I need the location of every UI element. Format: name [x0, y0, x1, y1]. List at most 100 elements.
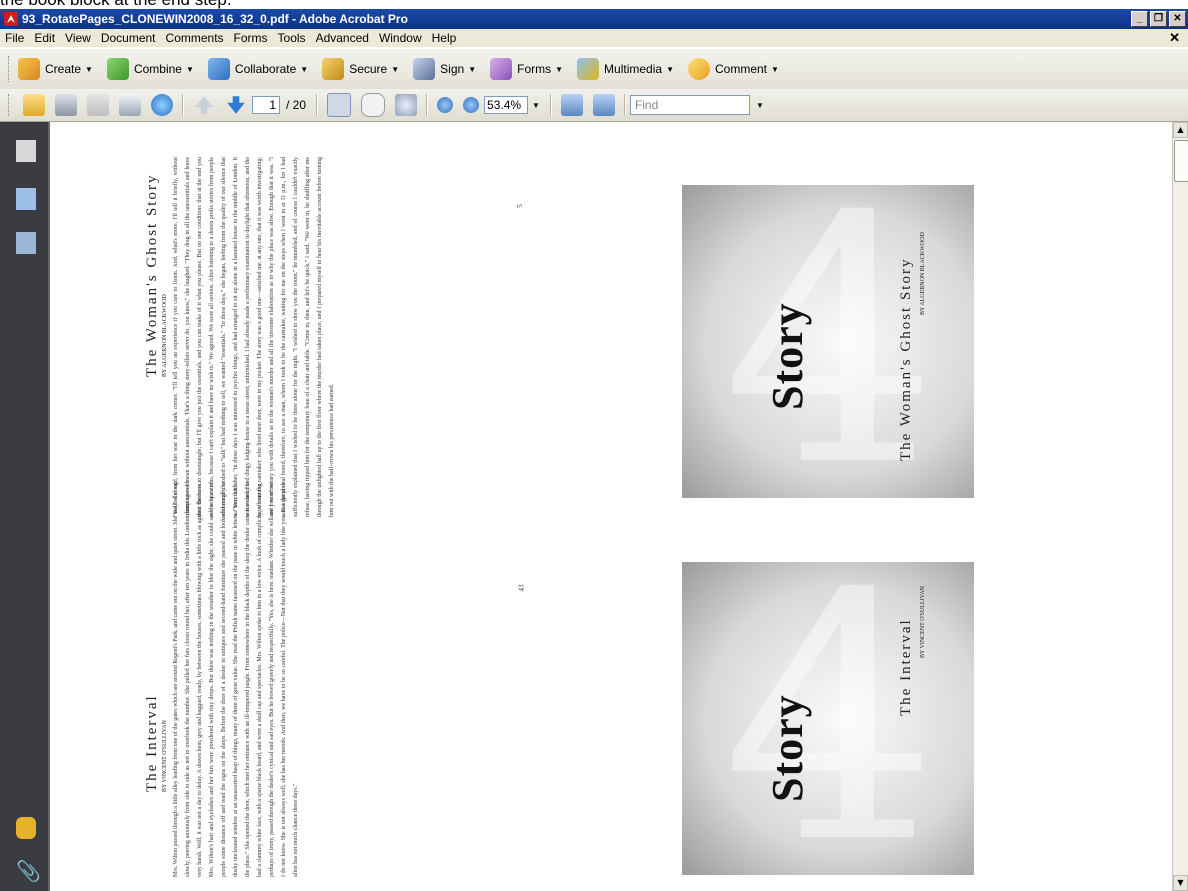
combine-icon — [106, 58, 129, 80]
dropdown-caret-icon: ▼ — [391, 64, 400, 74]
forms-button[interactable]: Forms ▼ — [490, 58, 563, 80]
zoom-level-field[interactable]: 53.4% — [484, 96, 529, 114]
cover-title: The Interval — [898, 618, 914, 716]
lock-icon — [322, 58, 345, 80]
fit-width-icon[interactable] — [560, 94, 583, 116]
separator — [549, 94, 552, 116]
menu-help[interactable]: Help — [427, 31, 462, 45]
menu-view[interactable]: View — [60, 31, 96, 45]
comment-button[interactable]: Comment ▼ — [687, 58, 779, 80]
separator — [426, 94, 429, 116]
scroll-down-button[interactable]: ▼ — [1173, 875, 1188, 891]
menu-comments[interactable]: Comments — [161, 31, 229, 45]
fit-page-icon[interactable] — [592, 94, 615, 116]
scroll-up-button[interactable]: ▲ — [1173, 122, 1188, 138]
separator — [182, 94, 184, 116]
separator — [316, 94, 319, 116]
navigation-toolbar: 1 / 20 53.4% ▼ Find ▼ — [0, 89, 1188, 122]
create-button[interactable]: Create ▼ — [18, 58, 93, 80]
menu-bar: File Edit View Document Comments Forms T… — [0, 29, 1188, 47]
menu-forms[interactable]: Forms — [229, 31, 273, 45]
pages-panel-icon[interactable] — [16, 140, 36, 162]
email-icon[interactable] — [119, 94, 141, 116]
page-number: 43 — [517, 584, 526, 592]
vertical-scrollbar[interactable]: ▲ ▼ — [1172, 122, 1188, 891]
dropdown-caret-icon: ▼ — [300, 64, 309, 74]
cover-watermark-4: 4 — [722, 562, 939, 875]
zoom-in-icon[interactable] — [463, 97, 480, 113]
find-dropdown-icon[interactable]: ▼ — [756, 101, 764, 110]
dropdown-caret-icon: ▼ — [185, 64, 194, 74]
collaborate-button[interactable]: Collaborate ▼ — [207, 58, 309, 80]
restore-button[interactable]: ❐ — [1150, 11, 1167, 27]
menu-document[interactable]: Document — [96, 31, 161, 45]
cover-story-word: Story — [763, 302, 812, 410]
globe-icon[interactable] — [151, 94, 173, 116]
comment-icon — [687, 58, 710, 80]
story-title: The Interval — [144, 694, 160, 792]
story-author: BY VINCENT O'SULLIVAN — [162, 720, 168, 792]
cover-story-word: Story — [763, 694, 812, 802]
save-icon[interactable] — [87, 94, 109, 116]
story-author: BY ALGERNON BLACKWOOD — [162, 294, 168, 377]
window-title: 93_RotatePages_CLONEWIN2008_16_32_0.pdf … — [22, 12, 408, 26]
caption-text: the book block at the end step. — [0, 0, 232, 9]
signatures-panel-icon[interactable] — [16, 232, 36, 254]
print-icon[interactable] — [55, 94, 77, 116]
pen-icon — [413, 58, 436, 80]
bookmarks-panel-icon[interactable] — [16, 188, 36, 210]
previous-page-icon[interactable] — [195, 96, 213, 114]
menu-edit[interactable]: Edit — [29, 31, 60, 45]
cover-right-top: 4 Story The Woman's Ghost Story BY ALGER… — [682, 185, 974, 498]
story-body: Mrs. Wilton passed through a little alle… — [173, 482, 299, 877]
acrobat-app-icon — [4, 12, 18, 26]
next-page-icon[interactable] — [227, 96, 245, 114]
dropdown-caret-icon: ▼ — [468, 64, 477, 74]
title-bar: 93_RotatePages_CLONEWIN2008_16_32_0.pdf … — [0, 9, 1188, 29]
document-pane[interactable]: The Woman's Ghost Story BY ALGERNON BLAC… — [48, 122, 1174, 891]
minimize-button[interactable]: _ — [1131, 11, 1148, 27]
close-window-button[interactable]: ✕ — [1169, 11, 1186, 27]
open-folder-icon[interactable] — [23, 94, 45, 116]
select-tool-icon[interactable] — [327, 93, 352, 117]
story-title: The Woman's Ghost Story — [144, 173, 160, 377]
create-icon — [18, 58, 40, 80]
cover-title: The Woman's Ghost Story — [898, 257, 914, 461]
cover-author: BY ALGERNON BLACKWOOD — [920, 232, 926, 315]
comments-panel-icon[interactable] — [16, 817, 36, 839]
toolbar-grip[interactable] — [8, 56, 12, 82]
menu-file[interactable]: File — [0, 31, 29, 45]
cover-right-bottom: 4 Story The Interval BY VINCENT O'SULLIV… — [682, 562, 974, 875]
story-body: "Yes," she said, from her seat in the da… — [173, 157, 335, 517]
tasks-toolbar: Create ▼ Combine ▼ Collaborate ▼ Secure ▼ Si… — [0, 48, 1188, 90]
cover-author: BY VINCENT O'SULLIVAN — [920, 586, 926, 658]
dropdown-caret-icon: ▼ — [555, 64, 564, 74]
scroll-thumb[interactable] — [1174, 140, 1188, 182]
menu-window[interactable]: Window — [374, 31, 427, 45]
multimedia-button[interactable]: Multimedia ▼ — [577, 58, 674, 80]
menu-tools[interactable]: Tools — [273, 31, 311, 45]
form-icon — [490, 58, 513, 80]
dropdown-caret-icon: ▼ — [771, 64, 779, 74]
collaborate-icon — [207, 58, 230, 80]
page-number-input[interactable]: 1 — [252, 96, 280, 114]
toolbar-grip[interactable] — [8, 94, 12, 116]
separator — [623, 94, 626, 116]
zoom-dropdown-icon[interactable]: ▼ — [532, 101, 540, 110]
menu-advanced[interactable]: Advanced — [311, 31, 374, 45]
dropdown-caret-icon: ▼ — [85, 64, 93, 74]
page-number: 5 — [515, 204, 524, 208]
combine-button[interactable]: Combine ▼ — [106, 58, 194, 80]
multimedia-icon — [577, 58, 600, 80]
marquee-zoom-icon[interactable] — [395, 94, 418, 116]
page-count: / 20 — [286, 98, 307, 112]
attachment-icon[interactable]: 📎 — [16, 860, 41, 882]
sign-button[interactable]: Sign ▼ — [413, 58, 476, 80]
hand-tool-icon[interactable] — [361, 93, 386, 117]
navigation-pane: 📎 — [0, 122, 48, 891]
zoom-out-icon[interactable] — [437, 97, 454, 113]
close-document-icon[interactable]: ✕ — [1169, 30, 1180, 46]
find-input[interactable]: Find — [629, 95, 750, 115]
secure-button[interactable]: Secure ▼ — [322, 58, 399, 80]
dropdown-caret-icon: ▼ — [666, 64, 674, 74]
